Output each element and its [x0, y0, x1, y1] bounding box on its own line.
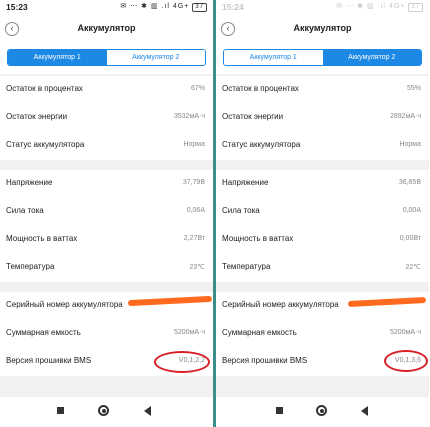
- status-time: 15:23: [6, 2, 28, 12]
- bms-version-highlight: [384, 350, 428, 372]
- screenshot-comparison: 15:23 ✉ ⋯ ✱ ▥ .ıl 4G+ 37 ‹ Аккумулятор А…: [0, 0, 430, 427]
- page-title: Аккумулятор: [77, 23, 136, 33]
- panel-battery-1: 15:23 ✉ ⋯ ✱ ▥ .ıl 4G+ 37 ‹ Аккумулятор А…: [0, 0, 213, 427]
- back-triangle-icon[interactable]: [361, 406, 368, 416]
- row-percent: Остаток в процентах 55%: [216, 76, 429, 104]
- row-voltage: Напряжение 37,79В: [0, 170, 213, 198]
- app-bar: ‹ Аккумулятор: [0, 14, 213, 44]
- row-label: Мощность в ваттах: [6, 234, 78, 243]
- segment-area: Аккумулятор 1 Аккумулятор 2: [216, 44, 429, 74]
- row-label: Напряжение: [222, 178, 269, 187]
- status-icons-text: ✉ ⋯ ✱ ▥ .ıl 4G+: [120, 3, 190, 10]
- row-capacity: Суммарная емкость 5200мА·ч: [0, 320, 213, 348]
- row-label: Остаток энергии: [222, 112, 284, 121]
- row-label: Версия прошивки BMS: [6, 356, 92, 365]
- status-icons-text: ✉ ⋯ ✱ ▥ .ıl 4G+: [336, 3, 406, 10]
- panel-battery-2: 15:24 ✉ ⋯ ✱ ▥ .ıl 4G+ 37 ‹ Аккумулятор А…: [216, 0, 429, 427]
- row-label: Суммарная емкость: [222, 328, 297, 337]
- row-percent: Остаток в процентах 67%: [0, 76, 213, 104]
- row-power: Мощность в ваттах 2,27Вт: [0, 226, 213, 254]
- row-label: Версия прошивки BMS: [222, 356, 308, 365]
- row-serial: Серийный номер аккумулятора: [216, 292, 429, 320]
- row-serial: Серийный номер аккумулятора: [0, 292, 213, 320]
- status-bar: 15:23 ✉ ⋯ ✱ ▥ .ıl 4G+ 37: [0, 0, 213, 14]
- row-power: Мощность в ваттах 0,00Вт: [216, 226, 429, 254]
- app-bar: ‹ Аккумулятор: [216, 14, 429, 44]
- group-charge: Остаток в процентах 67% Остаток энергии …: [0, 76, 213, 160]
- row-label: Температура: [222, 262, 271, 271]
- row-label: Сила тока: [6, 206, 44, 215]
- row-current: Сила тока 0,06А: [0, 198, 213, 226]
- row-label: Статус аккумулятора: [222, 140, 301, 149]
- row-label: Серийный номер аккумулятора: [222, 300, 339, 309]
- group-electrical: Напряжение 36,85В Сила тока 0,00А Мощнос…: [216, 170, 429, 282]
- recents-square-icon[interactable]: [57, 407, 64, 414]
- row-capacity: Суммарная емкость 5200мА·ч: [216, 320, 429, 348]
- row-value: 2892мА·ч: [389, 113, 421, 120]
- status-icons: ✉ ⋯ ✱ ▥ .ıl 4G+ 37: [120, 2, 207, 12]
- row-label: Статус аккумулятора: [6, 140, 85, 149]
- battery-icon: 37: [192, 3, 207, 12]
- bms-version-highlight: [154, 351, 210, 373]
- row-value: 0,00Вт: [399, 235, 421, 242]
- row-voltage: Напряжение 36,85В: [216, 170, 429, 198]
- row-value: Норма: [183, 141, 205, 148]
- row-label: Серийный номер аккумулятора: [6, 300, 123, 309]
- back-triangle-icon[interactable]: [144, 406, 151, 416]
- status-icons: ✉ ⋯ ✱ ▥ .ıl 4G+ 37: [336, 2, 423, 12]
- group-charge: Остаток в процентах 55% Остаток энергии …: [216, 76, 429, 160]
- row-label: Температура: [6, 262, 55, 271]
- battery-tab-switch: Аккумулятор 1 Аккумулятор 2: [223, 49, 422, 66]
- status-time: 15:24: [222, 2, 244, 12]
- row-value: 23℃: [189, 264, 205, 271]
- row-value: 55%: [406, 85, 421, 92]
- tab-battery-2[interactable]: Аккумулятор 2: [106, 50, 205, 65]
- row-value: 37,79В: [182, 179, 205, 186]
- row-energy: Остаток энергии 3532мА·ч: [0, 104, 213, 132]
- row-value: 3532мА·ч: [173, 113, 205, 120]
- status-bar: 15:24 ✉ ⋯ ✱ ▥ .ıl 4G+ 37: [216, 0, 429, 14]
- tab-battery-2[interactable]: Аккумулятор 2: [322, 50, 421, 65]
- row-label: Остаток энергии: [6, 112, 68, 121]
- row-temperature: Температура 22℃: [216, 254, 429, 282]
- row-value: 22℃: [405, 264, 421, 271]
- nav-bar: [0, 397, 213, 427]
- row-status: Статус аккумулятора Норма: [0, 132, 213, 160]
- row-label: Остаток в процентах: [222, 84, 299, 93]
- row-value: 0,06А: [186, 207, 205, 214]
- row-label: Сила тока: [222, 206, 260, 215]
- battery-tab-switch: Аккумулятор 1 Аккумулятор 2: [7, 49, 206, 66]
- row-label: Мощность в ваттах: [222, 234, 294, 243]
- home-circle-icon[interactable]: [316, 405, 327, 416]
- row-value: 36,85В: [398, 179, 421, 186]
- row-label: Остаток в процентах: [6, 84, 83, 93]
- row-energy: Остаток энергии 2892мА·ч: [216, 104, 429, 132]
- row-temperature: Температура 23℃: [0, 254, 213, 282]
- battery-icon: 37: [408, 3, 423, 12]
- row-value: 67%: [190, 85, 205, 92]
- row-status: Статус аккумулятора Норма: [216, 132, 429, 160]
- row-value: Норма: [399, 141, 421, 148]
- tab-battery-1[interactable]: Аккумулятор 1: [224, 50, 323, 65]
- row-value: 2,27Вт: [183, 235, 205, 242]
- row-label: Напряжение: [6, 178, 53, 187]
- row-value: 5200мА·ч: [389, 329, 421, 336]
- row-value: 0,00А: [402, 207, 421, 214]
- row-label: Суммарная емкость: [6, 328, 81, 337]
- home-circle-icon[interactable]: [98, 405, 109, 416]
- page-title: Аккумулятор: [293, 23, 352, 33]
- nav-bar: [216, 397, 429, 427]
- tab-battery-1[interactable]: Аккумулятор 1: [8, 50, 107, 65]
- segment-area: Аккумулятор 1 Аккумулятор 2: [0, 44, 213, 74]
- group-electrical: Напряжение 37,79В Сила тока 0,06А Мощнос…: [0, 170, 213, 282]
- recents-square-icon[interactable]: [276, 407, 283, 414]
- row-current: Сила тока 0,00А: [216, 198, 429, 226]
- row-value: 5200мА·ч: [173, 329, 205, 336]
